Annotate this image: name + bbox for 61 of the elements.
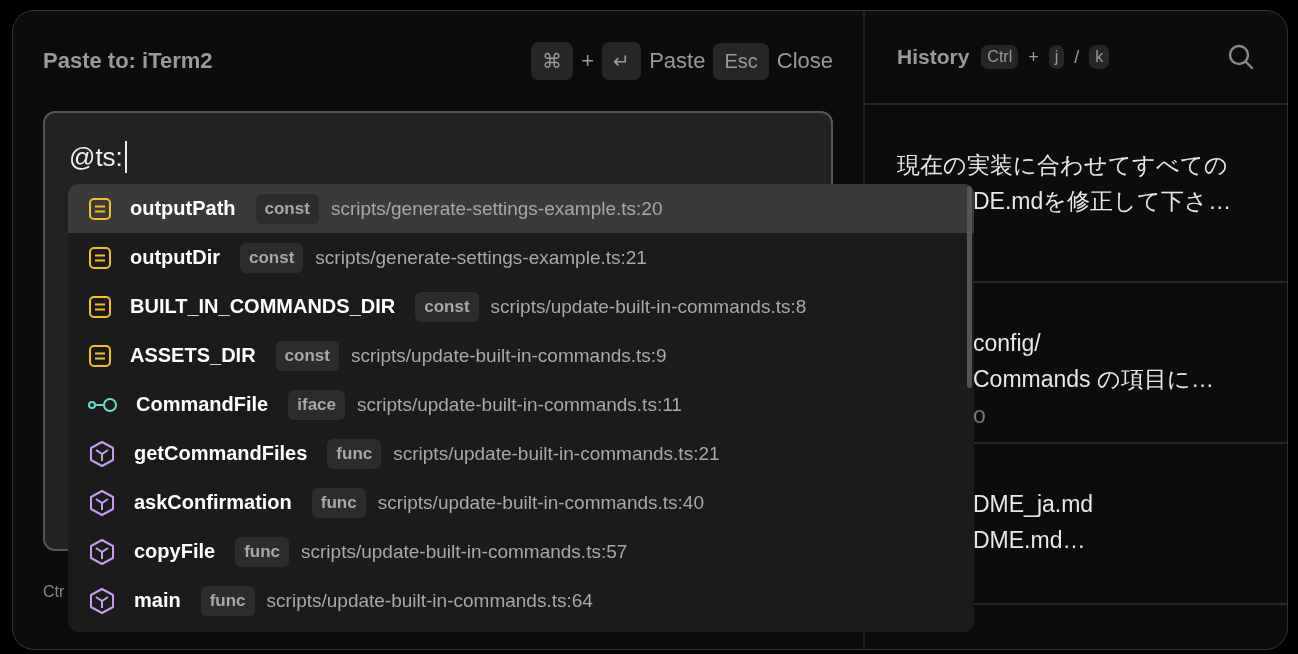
- kind-tag: func: [327, 438, 382, 469]
- symbol-name: copyFile: [134, 540, 216, 563]
- cube-icon: [88, 586, 116, 615]
- cube-icon: [88, 439, 116, 468]
- file-path: scripts/update-built-in-commands.ts:8: [490, 295, 807, 318]
- search-icon[interactable]: [1227, 43, 1255, 71]
- symbol-name: outputPath: [130, 197, 236, 220]
- file-path: scripts/update-built-in-commands.ts:57: [301, 540, 628, 563]
- symbol-name: askConfirmation: [134, 491, 292, 514]
- symbol-name: ASSETS_DIR: [130, 344, 256, 367]
- constant-icon: [88, 343, 112, 368]
- file-path: scripts/update-built-in-commands.ts:9: [350, 344, 667, 367]
- symbol-name: getCommandFiles: [134, 442, 308, 465]
- constant-icon: [88, 294, 112, 319]
- history-text: DME.md…: [973, 527, 1086, 553]
- file-path: scripts/update-built-in-commands.ts:64: [266, 589, 593, 612]
- file-path: scripts/generate-settings-example.ts:20: [330, 197, 663, 220]
- history-text: DME_ja.md: [973, 491, 1094, 517]
- symbol-name: outputDir: [130, 246, 220, 269]
- kind-tag: func: [235, 536, 290, 567]
- keycap: ↵: [602, 42, 642, 80]
- key-separator: /: [1074, 46, 1080, 68]
- kind-tag: const: [255, 193, 319, 224]
- history-text: DE.mdを修正して下さ…: [973, 188, 1232, 214]
- history-text: Commands の項目に…: [973, 366, 1214, 392]
- history-title: History: [897, 45, 970, 69]
- kind-tag: func: [311, 487, 366, 518]
- file-path: scripts/update-built-in-commands.ts:40: [377, 491, 704, 514]
- scrollbar[interactable]: [967, 186, 972, 388]
- kind-tag: const: [415, 291, 479, 322]
- symbol-name: CommandFile: [136, 393, 269, 416]
- interface-icon: [88, 396, 118, 413]
- kind-tag: const: [240, 242, 304, 273]
- symbol-name: BUILT_IN_COMMANDS_DIR: [130, 295, 396, 318]
- completion-item[interactable]: outputPath const scripts/generate-settings-example.ts:20: [68, 184, 974, 233]
- keycap: j: [1048, 45, 1065, 69]
- kind-tag: const: [275, 340, 339, 371]
- window-title: Paste to: iTerm2: [43, 48, 213, 74]
- key-separator: +: [581, 48, 595, 74]
- cube-icon: [88, 488, 116, 517]
- file-path: scripts/update-built-in-commands.ts:11: [357, 393, 682, 416]
- key-separator: +: [1028, 46, 1039, 68]
- cube-icon: [88, 537, 116, 566]
- keycap: ⌘: [531, 42, 574, 80]
- footer-hint: Ctr: [43, 583, 65, 601]
- constant-icon: [88, 196, 112, 221]
- editor-text: @ts:: [69, 141, 127, 173]
- kind-tag: iface: [288, 389, 345, 420]
- history-meta: o: [973, 402, 986, 428]
- file-path: scripts/generate-settings-example.ts:21: [315, 246, 647, 269]
- keycap: k: [1089, 45, 1110, 69]
- keycap: Ctrl: [981, 45, 1019, 69]
- history-text: config/: [973, 330, 1041, 356]
- shortcut-label: Close: [776, 48, 833, 74]
- history-text: 現在の実装に合わせてすべての: [897, 152, 1228, 178]
- constant-icon: [88, 245, 112, 270]
- kind-tag: func: [200, 585, 255, 616]
- keycap: Esc: [713, 42, 769, 80]
- symbol-name: main: [134, 589, 181, 612]
- file-path: scripts/update-built-in-commands.ts:21: [393, 442, 720, 465]
- shortcut-label: Paste: [649, 48, 706, 74]
